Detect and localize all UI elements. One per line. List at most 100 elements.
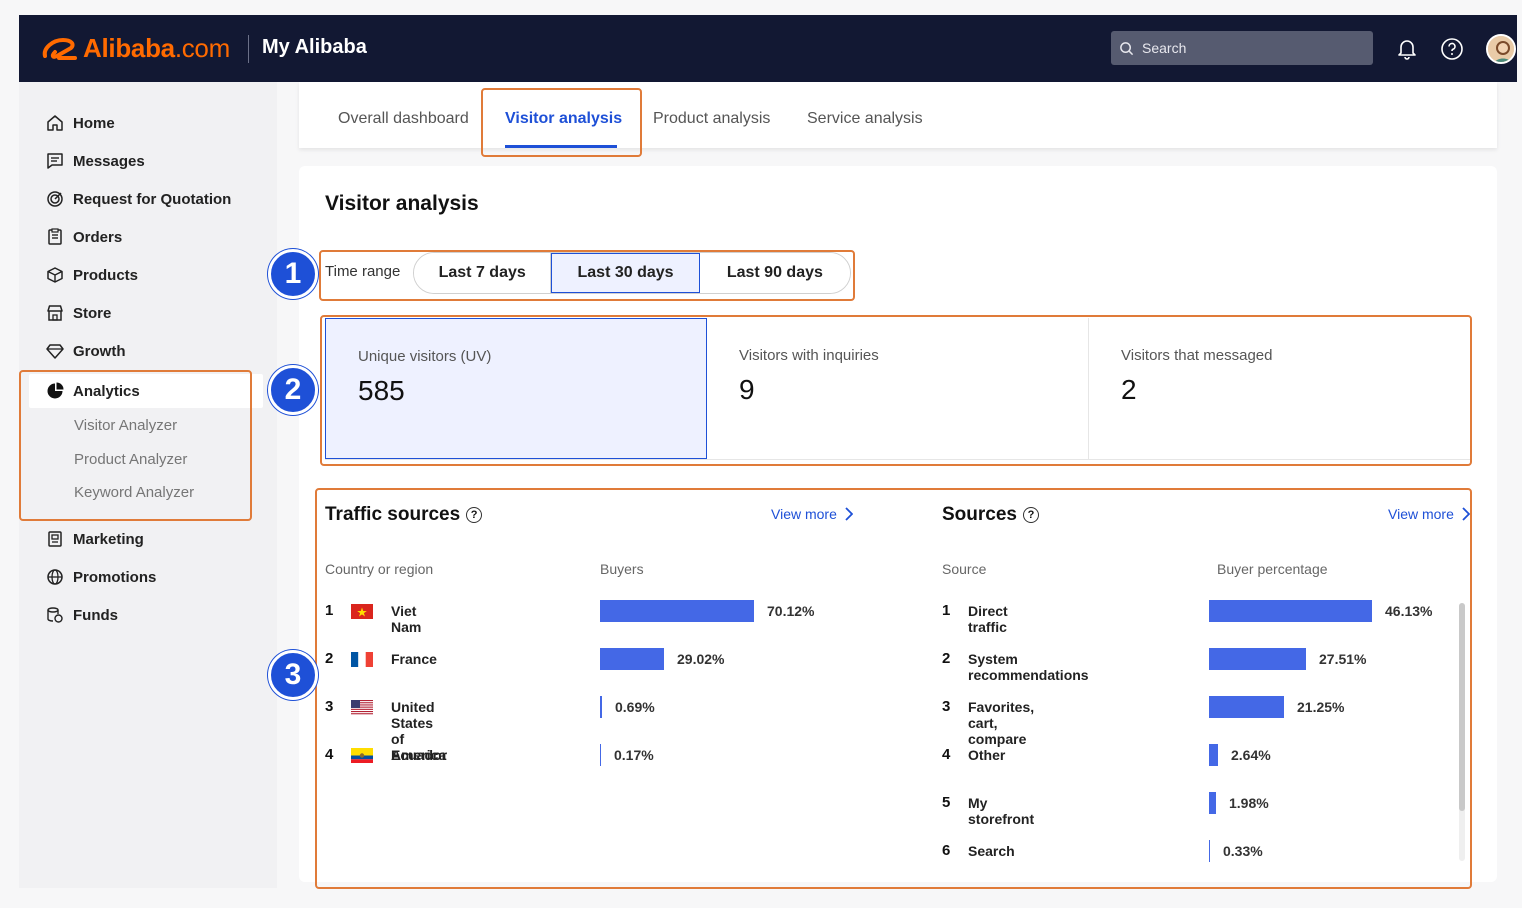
buyers-percentage: 29.02% bbox=[677, 651, 725, 667]
buyer-percentage-bar bbox=[1209, 840, 1210, 862]
avatar[interactable] bbox=[1486, 34, 1516, 64]
traffic-sources-view-more[interactable]: View more bbox=[771, 506, 853, 522]
tab-overall-dashboard[interactable]: Overall dashboard bbox=[338, 110, 469, 128]
metric-label: Visitors with inquiries bbox=[739, 347, 879, 364]
buyers-percentage: 70.12% bbox=[767, 603, 815, 619]
sidebar-item-label: Request for Quotation bbox=[73, 190, 232, 208]
view-more-label: View more bbox=[1388, 506, 1454, 522]
row-rank: 2 bbox=[325, 650, 334, 667]
sidebar-item-analytics[interactable]: Analytics bbox=[46, 380, 140, 402]
buyers-percentage: 0.17% bbox=[614, 747, 654, 763]
top-bar: Alibaba.com My Alibaba bbox=[19, 15, 1517, 82]
clipboard-icon bbox=[48, 228, 62, 245]
buyers-bar bbox=[600, 600, 754, 622]
help-icon[interactable]: ? bbox=[1022, 507, 1039, 523]
row-rank: 3 bbox=[325, 698, 334, 715]
diamond-icon bbox=[46, 344, 64, 359]
sidebar-item-store[interactable]: Store bbox=[46, 302, 111, 324]
row-source: System recommendations bbox=[968, 651, 1089, 683]
metric-value: 2 bbox=[1121, 374, 1137, 405]
brand-title[interactable]: My Alibaba bbox=[262, 36, 367, 59]
alibaba-logo[interactable]: Alibaba.com bbox=[41, 33, 230, 64]
buyer-percentage-bar bbox=[1209, 648, 1306, 670]
sidebar-item-funds[interactable]: Funds bbox=[46, 604, 118, 626]
header-divider bbox=[248, 35, 249, 63]
range-last-30-days[interactable]: Last 30 days bbox=[551, 253, 700, 293]
bell-icon[interactable] bbox=[1393, 35, 1421, 63]
buyer-percentage: 0.33% bbox=[1223, 843, 1263, 859]
sidebar-subitem-visitor-analyzer[interactable]: Visitor Analyzer bbox=[74, 417, 177, 434]
sidebar-item-marketing[interactable]: Marketing bbox=[46, 528, 144, 550]
metric-value: 585 bbox=[358, 375, 405, 406]
help-icon[interactable] bbox=[1438, 35, 1466, 63]
sidebar-item-label: Marketing bbox=[73, 530, 144, 548]
annotation-badge-1: 1 bbox=[268, 249, 318, 299]
row-source: Direct traffic bbox=[968, 603, 1008, 635]
metric-unique-visitors[interactable]: Unique visitors (UV) 585 bbox=[325, 318, 707, 459]
buyer-percentage-bar bbox=[1209, 696, 1284, 718]
funds-icon bbox=[47, 607, 63, 623]
chevron-right-icon bbox=[845, 507, 853, 521]
search-box[interactable] bbox=[1111, 31, 1373, 65]
metric-label: Unique visitors (UV) bbox=[358, 348, 492, 365]
analysis-tab-bar: Overall dashboard Visitor analysis Produ… bbox=[299, 82, 1497, 148]
help-icon[interactable]: ? bbox=[466, 507, 483, 523]
sidebar-item-orders[interactable]: Orders bbox=[46, 226, 122, 248]
annotation-badge-3: 3 bbox=[268, 650, 318, 700]
metric-visitors-with-inquiries[interactable]: Visitors with inquiries 9 bbox=[707, 318, 1089, 459]
row-country: France bbox=[391, 651, 437, 667]
sources-view-more[interactable]: View more bbox=[1388, 506, 1470, 522]
annotation-badge-2: 2 bbox=[268, 365, 318, 415]
row-country: Viet Nam bbox=[391, 603, 422, 635]
tab-visitor-analysis[interactable]: Visitor analysis bbox=[505, 110, 622, 128]
sidebar-item-label: Orders bbox=[73, 228, 123, 246]
sidebar-item-products[interactable]: Products bbox=[46, 264, 138, 286]
buyer-percentage-bar bbox=[1209, 792, 1216, 814]
sidebar-item-rfq[interactable]: Request for Quotation bbox=[46, 188, 231, 210]
row-rank: 1 bbox=[325, 602, 334, 619]
buyer-percentage: 1.98% bbox=[1229, 795, 1269, 811]
range-last-7-days[interactable]: Last 7 days bbox=[414, 253, 552, 293]
buyer-percentage: 46.13% bbox=[1385, 603, 1433, 619]
marketing-icon bbox=[48, 531, 62, 547]
sidebar-item-label: Analytics bbox=[73, 382, 140, 400]
sidebar-item-label: Home bbox=[73, 114, 115, 132]
row-country: Ecuador bbox=[391, 747, 448, 763]
row-source: My storefront bbox=[968, 795, 1035, 827]
col-header-source: Source bbox=[942, 561, 987, 577]
row-rank: 5 bbox=[942, 794, 951, 811]
search-input[interactable] bbox=[1142, 40, 1342, 56]
sources-scrollbar[interactable] bbox=[1459, 603, 1465, 811]
row-rank: 6 bbox=[942, 842, 951, 859]
sidebar-item-label: Store bbox=[73, 304, 112, 322]
row-source: Favorites, cart, compare bbox=[968, 699, 1035, 747]
metric-visitors-that-messaged[interactable]: Visitors that messaged 2 bbox=[1089, 318, 1471, 459]
sidebar-item-home[interactable]: Home bbox=[46, 112, 115, 134]
sidebar: Home Messages Request for Quotation Orde… bbox=[19, 82, 277, 888]
range-last-90-days[interactable]: Last 90 days bbox=[699, 253, 850, 293]
sidebar-subitem-product-analyzer[interactable]: Product Analyzer bbox=[74, 451, 187, 468]
tab-product-analysis[interactable]: Product analysis bbox=[653, 110, 770, 128]
time-range-label: Time range bbox=[325, 263, 401, 280]
sources-title: Sources ? bbox=[942, 504, 1039, 526]
time-range-selector: Last 7 days Last 30 days Last 90 days bbox=[413, 252, 851, 294]
sidebar-item-growth[interactable]: Growth bbox=[46, 340, 126, 362]
sidebar-subitem-keyword-analyzer[interactable]: Keyword Analyzer bbox=[74, 484, 194, 501]
flag-ec-icon bbox=[351, 748, 373, 763]
row-rank: 1 bbox=[942, 602, 951, 619]
sidebar-item-promotions[interactable]: Promotions bbox=[46, 566, 156, 588]
flag-fr-icon bbox=[351, 652, 373, 667]
col-header-buyers: Buyers bbox=[600, 561, 644, 577]
tab-service-analysis[interactable]: Service analysis bbox=[807, 110, 923, 128]
flag-us-icon bbox=[351, 700, 373, 715]
buyers-bar bbox=[600, 696, 602, 718]
metric-value: 9 bbox=[739, 374, 755, 405]
sidebar-item-label: Growth bbox=[73, 342, 126, 360]
globe-icon bbox=[47, 569, 63, 585]
sidebar-item-label: Funds bbox=[73, 606, 118, 624]
visitor-metrics: Unique visitors (UV) 585 Visitors with i… bbox=[325, 318, 1471, 460]
active-tab-indicator bbox=[505, 145, 617, 148]
sidebar-item-messages[interactable]: Messages bbox=[46, 150, 145, 172]
buyer-percentage: 2.64% bbox=[1231, 747, 1271, 763]
metric-label: Visitors that messaged bbox=[1121, 347, 1273, 364]
